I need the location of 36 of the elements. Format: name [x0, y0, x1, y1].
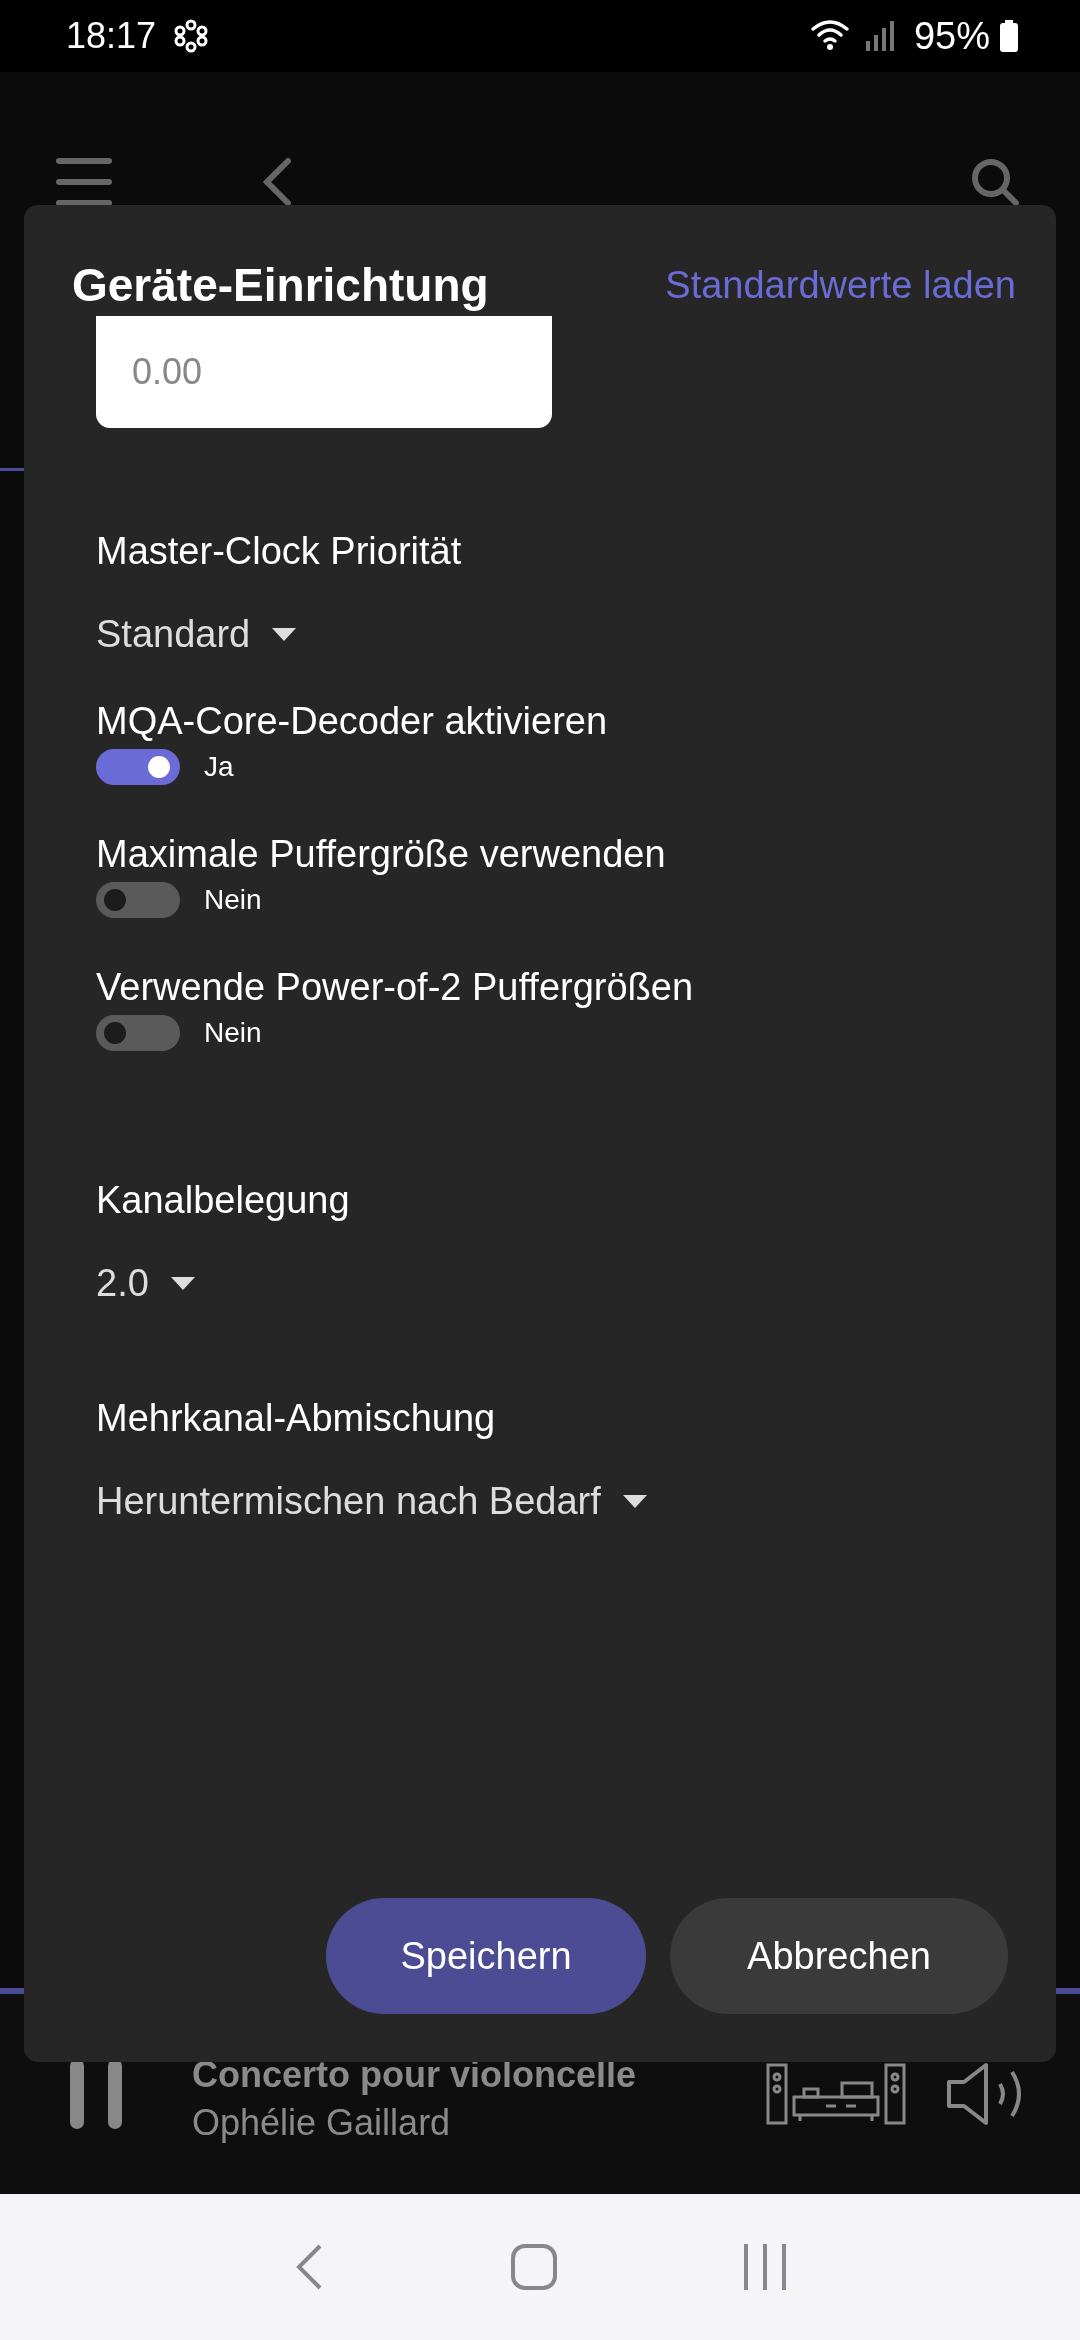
track-artist: Ophélie Gaillard: [192, 2102, 452, 2144]
setting-label: Master-Clock Priorität: [96, 530, 462, 573]
back-icon[interactable]: [262, 158, 292, 206]
stereo-system-icon[interactable]: [766, 2063, 906, 2125]
setting-label: Verwende Power-of-2 Puffergrößen: [96, 966, 694, 1009]
caret-icon: [170, 1276, 195, 1291]
dropdown[interactable]: Heruntermischen nach Bedarf: [96, 1480, 647, 1523]
setting-label: MQA-Core-Decoder aktivieren: [96, 700, 608, 743]
pause-icon[interactable]: [70, 2059, 122, 2129]
toggle-switch[interactable]: [96, 749, 180, 785]
toggle-state: Ja: [204, 751, 234, 783]
flower-icon: [174, 19, 209, 53]
setting-label: Mehrkanal-Abmischung: [96, 1397, 496, 1440]
signal-icon: [863, 19, 894, 53]
battery-level: 95%: [913, 14, 990, 58]
dialog-title: Geräte-Einrichtung: [72, 258, 489, 312]
value-field[interactable]: 0.00: [96, 316, 552, 428]
clock: 18:17: [66, 15, 157, 57]
search-icon[interactable]: [970, 157, 1020, 207]
toggle-state: Nein: [204, 1017, 262, 1049]
track-title: Concerto pour violoncelle: [192, 2054, 637, 2096]
toggle-state: Nein: [204, 884, 262, 916]
menu-icon[interactable]: [56, 158, 112, 206]
dropdown[interactable]: Standard: [96, 613, 297, 656]
setting-label: Kanalbelegung: [96, 1179, 350, 1222]
save-button[interactable]: Speichern: [326, 1898, 646, 2014]
caret-icon: [272, 627, 297, 642]
home-icon[interactable]: [511, 2244, 557, 2290]
setting-label: Maximale Puffergröße verwenden: [96, 833, 666, 876]
recent-apps-icon[interactable]: [744, 2244, 787, 2290]
caret-icon: [622, 1494, 647, 1509]
dropdown[interactable]: 2.0: [96, 1262, 195, 1305]
toggle-switch[interactable]: [96, 1015, 180, 1051]
cancel-button[interactable]: Abbrechen: [670, 1898, 1008, 2014]
battery-icon: [1000, 20, 1018, 52]
toggle-switch[interactable]: [96, 882, 180, 918]
